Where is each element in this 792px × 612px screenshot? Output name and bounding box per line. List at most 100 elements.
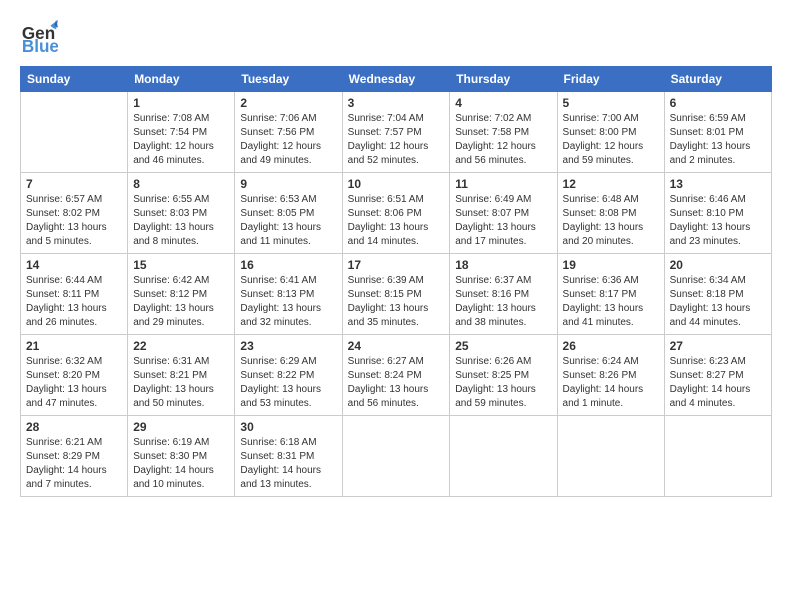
day-cell: 4 Sunrise: 7:02 AM Sunset: 7:58 PM Daylig…	[450, 92, 557, 173]
day-number: 28	[26, 420, 122, 434]
day-number: 17	[348, 258, 445, 272]
day-number: 1	[133, 96, 229, 110]
day-cell: 20 Sunrise: 6:34 AM Sunset: 8:18 PM Dayli…	[664, 254, 771, 335]
day-info: Sunrise: 6:18 AM Sunset: 8:31 PM Dayligh…	[240, 436, 336, 492]
week-row-1: 1 Sunrise: 7:08 AM Sunset: 7:54 PM Daylig…	[21, 92, 772, 173]
day-info: Sunrise: 6:41 AM Sunset: 8:13 PM Dayligh…	[240, 274, 336, 330]
day-number: 7	[26, 177, 122, 191]
day-info: Sunrise: 6:53 AM Sunset: 8:05 PM Dayligh…	[240, 193, 336, 249]
day-info: Sunrise: 7:08 AM Sunset: 7:54 PM Dayligh…	[133, 112, 229, 168]
header: Gen Blue	[20, 18, 772, 56]
day-cell: 28 Sunrise: 6:21 AM Sunset: 8:29 PM Dayli…	[21, 416, 128, 497]
day-number: 19	[563, 258, 659, 272]
day-info: Sunrise: 6:49 AM Sunset: 8:07 PM Dayligh…	[455, 193, 551, 249]
logo: Gen Blue	[20, 18, 58, 56]
day-number: 13	[670, 177, 766, 191]
day-header-friday: Friday	[557, 67, 664, 92]
day-cell: 9 Sunrise: 6:53 AM Sunset: 8:05 PM Daylig…	[235, 173, 342, 254]
day-cell: 17 Sunrise: 6:39 AM Sunset: 8:15 PM Dayli…	[342, 254, 450, 335]
day-cell: 2Sunrise: 7:06 AM Sunset: 7:56 PM Daylig…	[235, 92, 342, 173]
day-info: Sunrise: 6:37 AM Sunset: 8:16 PM Dayligh…	[455, 274, 551, 330]
calendar-table: SundayMondayTuesdayWednesdayThursdayFrid…	[20, 66, 772, 497]
day-cell: 8 Sunrise: 6:55 AM Sunset: 8:03 PM Daylig…	[128, 173, 235, 254]
day-cell: 1 Sunrise: 7:08 AM Sunset: 7:54 PM Daylig…	[128, 92, 235, 173]
day-header-thursday: Thursday	[450, 67, 557, 92]
day-info: Sunrise: 6:21 AM Sunset: 8:29 PM Dayligh…	[26, 436, 122, 492]
day-info: Sunrise: 6:48 AM Sunset: 8:08 PM Dayligh…	[563, 193, 659, 249]
logo-icon: Gen Blue	[20, 18, 58, 56]
day-number: 21	[26, 339, 122, 353]
day-number: 12	[563, 177, 659, 191]
day-number: 11	[455, 177, 551, 191]
day-cell: 12 Sunrise: 6:48 AM Sunset: 8:08 PM Dayli…	[557, 173, 664, 254]
day-cell	[342, 416, 450, 497]
day-number: 5	[563, 96, 659, 110]
week-row-3: 14Sunrise: 6:44 AM Sunset: 8:11 PM Dayli…	[21, 254, 772, 335]
svg-text:Blue: Blue	[22, 37, 58, 56]
day-number: 10	[348, 177, 445, 191]
day-header-wednesday: Wednesday	[342, 67, 450, 92]
day-info: Sunrise: 6:27 AM Sunset: 8:24 PM Dayligh…	[348, 355, 445, 411]
day-cell: 19 Sunrise: 6:36 AM Sunset: 8:17 PM Dayli…	[557, 254, 664, 335]
day-cell: 16 Sunrise: 6:41 AM Sunset: 8:13 PM Dayli…	[235, 254, 342, 335]
day-number: 22	[133, 339, 229, 353]
day-cell: 7Sunrise: 6:57 AM Sunset: 8:02 PM Daylig…	[21, 173, 128, 254]
day-cell: 26Sunrise: 6:24 AM Sunset: 8:26 PM Dayli…	[557, 335, 664, 416]
day-number: 25	[455, 339, 551, 353]
week-row-4: 21 Sunrise: 6:32 AM Sunset: 8:20 PM Dayli…	[21, 335, 772, 416]
day-number: 9	[240, 177, 336, 191]
day-info: Sunrise: 6:51 AM Sunset: 8:06 PM Dayligh…	[348, 193, 445, 249]
day-info: Sunrise: 7:06 AM Sunset: 7:56 PM Dayligh…	[240, 112, 336, 168]
day-cell: 30 Sunrise: 6:18 AM Sunset: 8:31 PM Dayli…	[235, 416, 342, 497]
day-info: Sunrise: 6:46 AM Sunset: 8:10 PM Dayligh…	[670, 193, 766, 249]
day-cell	[21, 92, 128, 173]
day-cell: 23Sunrise: 6:29 AM Sunset: 8:22 PM Dayli…	[235, 335, 342, 416]
day-number: 14	[26, 258, 122, 272]
day-info: Sunrise: 6:55 AM Sunset: 8:03 PM Dayligh…	[133, 193, 229, 249]
day-cell	[450, 416, 557, 497]
day-number: 16	[240, 258, 336, 272]
day-number: 15	[133, 258, 229, 272]
day-info: Sunrise: 6:19 AM Sunset: 8:30 PM Dayligh…	[133, 436, 229, 492]
day-header-tuesday: Tuesday	[235, 67, 342, 92]
page: Gen Blue SundayMondayTuesdayWednesdayThu…	[0, 0, 792, 612]
day-info: Sunrise: 7:00 AM Sunset: 8:00 PM Dayligh…	[563, 112, 659, 168]
day-info: Sunrise: 6:39 AM Sunset: 8:15 PM Dayligh…	[348, 274, 445, 330]
day-info: Sunrise: 6:29 AM Sunset: 8:22 PM Dayligh…	[240, 355, 336, 411]
header-row: SundayMondayTuesdayWednesdayThursdayFrid…	[21, 67, 772, 92]
day-cell: 21 Sunrise: 6:32 AM Sunset: 8:20 PM Dayli…	[21, 335, 128, 416]
day-info: Sunrise: 6:32 AM Sunset: 8:20 PM Dayligh…	[26, 355, 122, 411]
day-cell: 22 Sunrise: 6:31 AM Sunset: 8:21 PM Dayli…	[128, 335, 235, 416]
day-cell: 6 Sunrise: 6:59 AM Sunset: 8:01 PM Daylig…	[664, 92, 771, 173]
day-number: 18	[455, 258, 551, 272]
day-info: Sunrise: 6:23 AM Sunset: 8:27 PM Dayligh…	[670, 355, 766, 411]
day-header-sunday: Sunday	[21, 67, 128, 92]
day-number: 4	[455, 96, 551, 110]
day-number: 29	[133, 420, 229, 434]
day-cell: 3 Sunrise: 7:04 AM Sunset: 7:57 PM Daylig…	[342, 92, 450, 173]
day-info: Sunrise: 6:24 AM Sunset: 8:26 PM Dayligh…	[563, 355, 659, 411]
day-info: Sunrise: 7:02 AM Sunset: 7:58 PM Dayligh…	[455, 112, 551, 168]
day-info: Sunrise: 6:34 AM Sunset: 8:18 PM Dayligh…	[670, 274, 766, 330]
week-row-5: 28 Sunrise: 6:21 AM Sunset: 8:29 PM Dayli…	[21, 416, 772, 497]
day-header-saturday: Saturday	[664, 67, 771, 92]
week-row-2: 7Sunrise: 6:57 AM Sunset: 8:02 PM Daylig…	[21, 173, 772, 254]
day-number: 8	[133, 177, 229, 191]
day-cell: 14Sunrise: 6:44 AM Sunset: 8:11 PM Dayli…	[21, 254, 128, 335]
day-cell: 5 Sunrise: 7:00 AM Sunset: 8:00 PM Daylig…	[557, 92, 664, 173]
day-header-monday: Monday	[128, 67, 235, 92]
day-cell: 24 Sunrise: 6:27 AM Sunset: 8:24 PM Dayli…	[342, 335, 450, 416]
day-info: Sunrise: 6:26 AM Sunset: 8:25 PM Dayligh…	[455, 355, 551, 411]
day-number: 24	[348, 339, 445, 353]
day-cell	[664, 416, 771, 497]
day-number: 20	[670, 258, 766, 272]
day-info: Sunrise: 6:31 AM Sunset: 8:21 PM Dayligh…	[133, 355, 229, 411]
day-info: Sunrise: 6:42 AM Sunset: 8:12 PM Dayligh…	[133, 274, 229, 330]
day-info: Sunrise: 6:59 AM Sunset: 8:01 PM Dayligh…	[670, 112, 766, 168]
day-info: Sunrise: 6:36 AM Sunset: 8:17 PM Dayligh…	[563, 274, 659, 330]
day-number: 3	[348, 96, 445, 110]
day-cell	[557, 416, 664, 497]
day-number: 6	[670, 96, 766, 110]
day-info: Sunrise: 7:04 AM Sunset: 7:57 PM Dayligh…	[348, 112, 445, 168]
day-number: 30	[240, 420, 336, 434]
